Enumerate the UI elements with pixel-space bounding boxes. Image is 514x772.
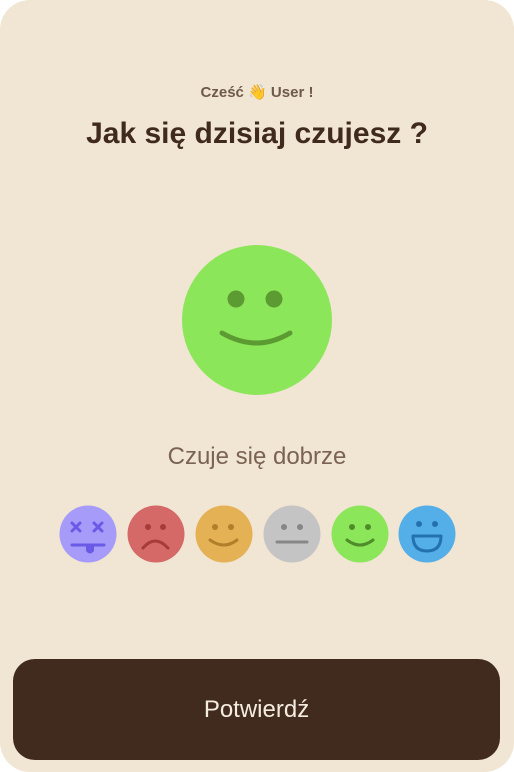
content-face-icon [195,505,253,563]
smiling-face-icon [331,505,389,563]
greeting-prefix: Cześć [200,84,244,101]
dizzy-face-icon [59,505,117,563]
waving-hand-icon: 👋 [248,83,267,101]
neutral-face-icon [263,505,321,563]
mood-options [0,505,514,563]
mood-check-card: Cześć 👋 User ! Jak się dzisiaj czujesz ?… [0,0,514,772]
mood-option-dizzy[interactable] [59,505,117,563]
greeting: Cześć 👋 User ! [0,80,514,105]
mood-option-grinning[interactable] [398,505,456,563]
grinning-face-icon [398,505,456,563]
greeting-user: User ! [270,84,314,101]
mood-option-content[interactable] [195,505,253,563]
mood-option-neutral[interactable] [263,505,321,563]
mood-option-sad[interactable] [127,505,185,563]
selected-mood-label: Czuje się dobrze [167,443,347,470]
confirm-button[interactable]: Potwierdź [13,659,500,760]
selected-mood-face [182,245,332,395]
sad-face-icon [127,505,185,563]
smiling-face-icon [182,245,332,395]
page-title: Jak się dzisiaj czujesz ? [86,117,428,150]
mood-option-smiling[interactable] [331,505,389,563]
